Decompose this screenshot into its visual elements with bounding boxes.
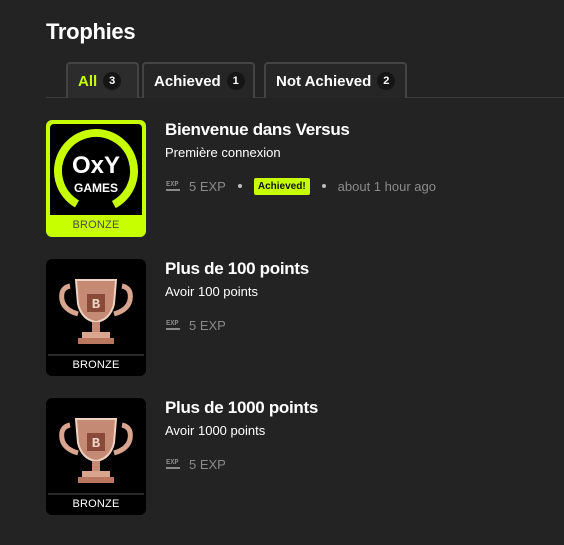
tab-achieved-count: 1	[226, 72, 245, 90]
trophy-tier: BRONZE	[48, 493, 144, 513]
oxy-games-logo: OxY GAMES	[50, 124, 142, 217]
cup-letter: B	[92, 436, 101, 452]
trophy-item[interactable]: OxY GAMES BRONZE Bienvenue dans Versus P…	[46, 120, 556, 238]
tab-achieved-label: Achieved	[154, 72, 221, 90]
trophy-description: Avoir 100 points	[165, 284, 258, 299]
tab-all-count: 3	[103, 72, 122, 90]
bronze-cup-icon: B	[50, 263, 142, 356]
exp-icon: EXP	[166, 459, 180, 469]
tab-not-achieved[interactable]: Not Achieved 2	[264, 62, 407, 98]
trophy-description: Première connexion	[165, 145, 281, 160]
bronze-cup-icon: B	[50, 402, 142, 495]
logo-line2: GAMES	[74, 181, 118, 195]
page-title: Trophies	[46, 19, 136, 44]
cup-letter: B	[92, 297, 101, 313]
exp-icon-text: EXP	[166, 181, 179, 189]
trophy-meta: EXP 5 EXP Achieved! about 1 hour ago	[165, 176, 555, 196]
trophy-item[interactable]: B BRONZE Plus de 100 points Avoir 100 po…	[46, 259, 556, 377]
trophy-meta: EXP 5 EXP	[165, 454, 555, 474]
trophy-badge: OxY GAMES BRONZE	[46, 120, 146, 237]
tab-achieved[interactable]: Achieved 1	[142, 62, 255, 98]
trophy-badge: B BRONZE	[46, 259, 146, 376]
exp-icon: EXP	[166, 181, 180, 191]
trophy-meta: EXP 5 EXP	[165, 315, 555, 335]
logo-line1: OxY	[72, 152, 120, 179]
trophy-name: Bienvenue dans Versus	[165, 120, 350, 139]
exp-icon-text: EXP	[166, 459, 179, 467]
trophy-tier: BRONZE	[48, 215, 144, 235]
trophy-name: Plus de 1000 points	[165, 398, 319, 417]
trophy-exp: 5 EXP	[189, 317, 226, 333]
separator-dot	[237, 184, 242, 188]
exp-icon: EXP	[166, 320, 180, 330]
tab-bar: All 3 Achieved 1 Not Achieved 2	[46, 62, 564, 98]
trophy-item[interactable]: B BRONZE Plus de 1000 points Avoir 1000 …	[46, 398, 556, 516]
trophy-description: Avoir 1000 points	[165, 423, 266, 438]
achieved-badge: Achieved!	[253, 177, 310, 195]
separator-dot	[321, 184, 326, 188]
tab-not-achieved-label: Not Achieved	[276, 72, 372, 90]
trophy-tier: BRONZE	[48, 354, 144, 374]
tab-not-achieved-count: 2	[377, 72, 396, 90]
trophy-exp: 5 EXP	[189, 456, 226, 472]
exp-icon-text: EXP	[166, 320, 179, 328]
tab-all[interactable]: All 3	[66, 62, 139, 98]
trophy-name: Plus de 100 points	[165, 259, 309, 278]
achieved-time: about 1 hour ago	[337, 178, 436, 194]
tab-all-label: All	[78, 72, 98, 90]
trophy-badge: B BRONZE	[46, 398, 146, 515]
trophy-exp: 5 EXP	[189, 178, 226, 194]
